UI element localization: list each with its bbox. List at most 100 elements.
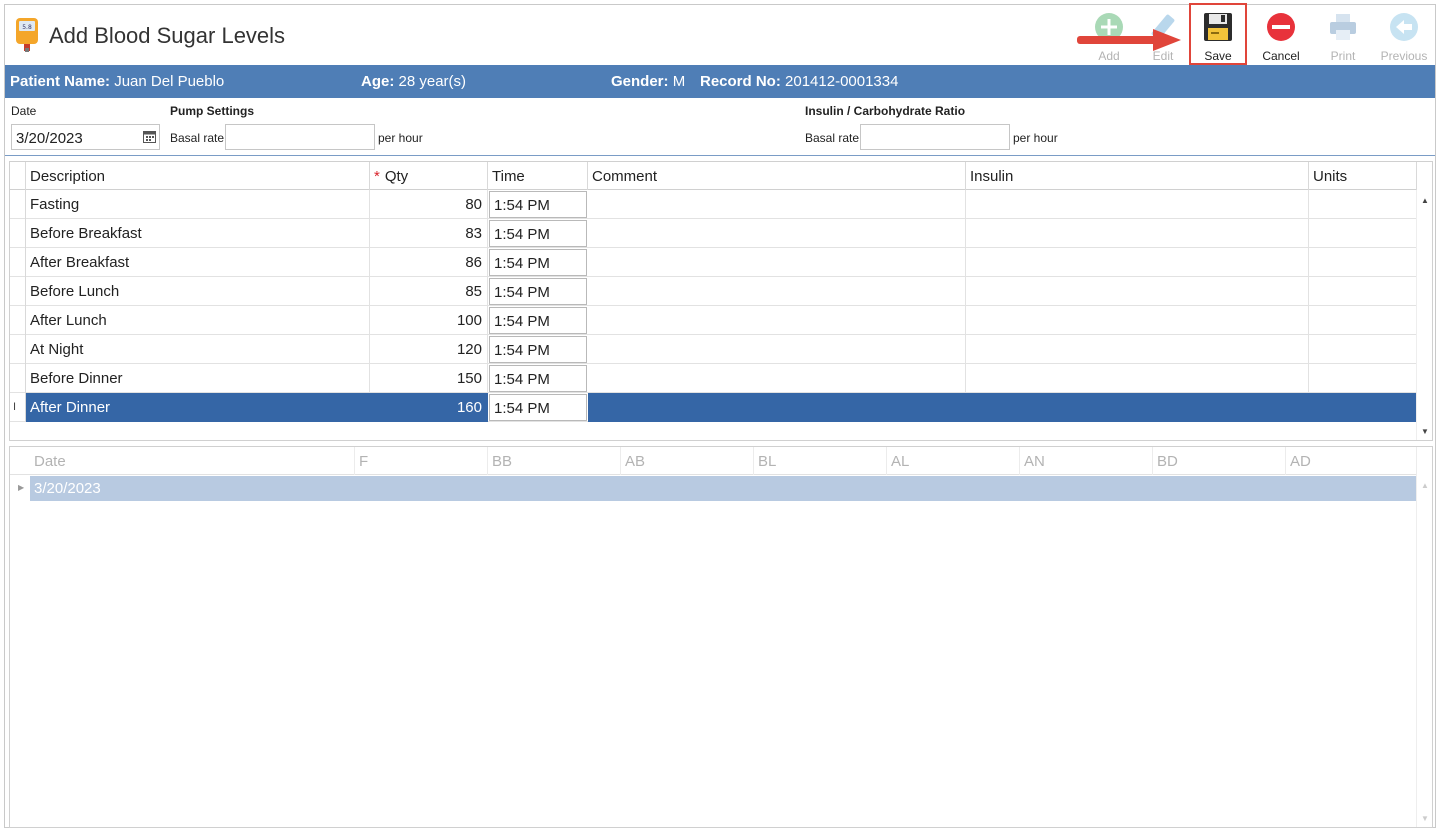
cell-comment[interactable]: [588, 335, 966, 364]
history-column-bd[interactable]: BD: [1153, 447, 1286, 475]
cell-units[interactable]: [1309, 364, 1417, 393]
history-column-al[interactable]: AL: [887, 447, 1020, 475]
calendar-icon[interactable]: [143, 130, 156, 143]
pump-basal-rate-input[interactable]: [225, 124, 375, 150]
history-column-bl[interactable]: BL: [754, 447, 887, 475]
history-column-date[interactable]: Date: [30, 447, 355, 475]
cell-time[interactable]: 1:54 PM: [489, 336, 587, 363]
cell-qty[interactable]: 100: [370, 306, 488, 335]
cell-comment[interactable]: [588, 364, 966, 393]
column-time[interactable]: Time: [488, 162, 588, 190]
scroll-down-icon[interactable]: ▼: [1421, 427, 1429, 436]
history-group-row[interactable]: 3/20/2023: [30, 476, 1420, 501]
cell-qty[interactable]: 83: [370, 219, 488, 248]
scroll-down-icon[interactable]: ▼: [1421, 814, 1429, 823]
cell-insulin[interactable]: [966, 219, 1309, 248]
scroll-up-icon[interactable]: ▲: [1421, 481, 1429, 490]
column-description[interactable]: Description: [26, 162, 370, 190]
table-row[interactable]: Before Breakfast 83 1:54 PM: [10, 219, 1417, 248]
history-column-an[interactable]: AN: [1020, 447, 1153, 475]
column-units[interactable]: Units: [1309, 162, 1417, 190]
cell-qty[interactable]: 120: [370, 335, 488, 364]
cell-units[interactable]: [1309, 248, 1417, 277]
table-row[interactable]: After Breakfast 86 1:54 PM: [10, 248, 1417, 277]
date-picker[interactable]: 3/20/2023: [11, 124, 160, 150]
table-row[interactable]: Before Dinner 150 1:54 PM: [10, 364, 1417, 393]
floppy-disk-icon: [1204, 13, 1232, 41]
column-qty[interactable]: * Qty: [370, 162, 488, 190]
cell-description[interactable]: After Dinner: [26, 393, 370, 422]
row-indicator[interactable]: [10, 248, 26, 277]
row-indicator[interactable]: [10, 219, 26, 248]
save-button[interactable]: Save: [1190, 9, 1246, 65]
cell-qty[interactable]: 80: [370, 190, 488, 219]
row-indicator[interactable]: [10, 190, 26, 219]
cell-description[interactable]: After Breakfast: [26, 248, 370, 277]
cell-units[interactable]: [1309, 219, 1417, 248]
table-row[interactable]: At Night 120 1:54 PM: [10, 335, 1417, 364]
cell-units[interactable]: [1309, 306, 1417, 335]
ratio-label: Insulin / Carbohydrate Ratio: [805, 104, 966, 118]
cell-time[interactable]: 1:54 PM: [489, 191, 587, 218]
cell-description[interactable]: Before Breakfast: [26, 219, 370, 248]
table-row[interactable]: Fasting 80 1:54 PM: [10, 190, 1417, 219]
history-column-f[interactable]: F: [355, 447, 488, 475]
date-value: 3/20/2023: [16, 130, 83, 147]
cell-qty[interactable]: 150: [370, 364, 488, 393]
patient-name: Patient Name: Juan Del Pueblo: [10, 73, 225, 90]
cell-comment[interactable]: [588, 306, 966, 335]
cell-insulin[interactable]: [966, 190, 1309, 219]
cell-units[interactable]: [1309, 277, 1417, 306]
expand-caret-icon[interactable]: ▶: [18, 483, 24, 492]
cell-insulin[interactable]: [966, 306, 1309, 335]
cell-comment[interactable]: [588, 190, 966, 219]
table-row[interactable]: I After Dinner 160 1:54 PM: [10, 393, 1417, 422]
cell-insulin[interactable]: [966, 393, 1309, 422]
cell-units[interactable]: [1309, 393, 1417, 422]
cell-description[interactable]: Before Lunch: [26, 277, 370, 306]
cell-insulin[interactable]: [966, 335, 1309, 364]
cell-qty[interactable]: 86: [370, 248, 488, 277]
row-indicator[interactable]: [10, 364, 26, 393]
cell-time[interactable]: 1:54 PM: [489, 365, 587, 392]
table-row[interactable]: Before Lunch 85 1:54 PM: [10, 277, 1417, 306]
cell-time[interactable]: 1:54 PM: [489, 220, 587, 247]
history-column-ad[interactable]: AD: [1286, 447, 1417, 475]
ratio-basal-rate-input[interactable]: [860, 124, 1010, 150]
cell-time[interactable]: 1:54 PM: [489, 307, 587, 334]
cell-comment[interactable]: [588, 248, 966, 277]
previous-button[interactable]: Previous: [1376, 9, 1432, 65]
history-column-bb[interactable]: BB: [488, 447, 621, 475]
cell-description[interactable]: Before Dinner: [26, 364, 370, 393]
column-insulin[interactable]: Insulin: [966, 162, 1309, 190]
cell-insulin[interactable]: [966, 364, 1309, 393]
cell-insulin[interactable]: [966, 277, 1309, 306]
cell-comment[interactable]: [588, 219, 966, 248]
cell-units[interactable]: [1309, 335, 1417, 364]
cell-time[interactable]: 1:54 PM: [489, 249, 587, 276]
table-row[interactable]: After Lunch 100 1:54 PM: [10, 306, 1417, 335]
cell-description[interactable]: After Lunch: [26, 306, 370, 335]
scroll-up-icon[interactable]: ▲: [1421, 196, 1429, 205]
cell-comment[interactable]: [588, 277, 966, 306]
row-indicator[interactable]: [10, 277, 26, 306]
cell-description[interactable]: At Night: [26, 335, 370, 364]
history-column-ab[interactable]: AB: [621, 447, 754, 475]
row-indicator[interactable]: [10, 335, 26, 364]
print-button[interactable]: Print: [1315, 9, 1371, 65]
row-indicator[interactable]: [10, 306, 26, 335]
column-comment[interactable]: Comment: [588, 162, 966, 190]
cell-description[interactable]: Fasting: [26, 190, 370, 219]
cancel-button[interactable]: Cancel: [1253, 9, 1309, 65]
cell-comment[interactable]: [588, 393, 966, 422]
history-scrollbar[interactable]: ▲ ▼: [1416, 475, 1432, 827]
cell-qty[interactable]: 85: [370, 277, 488, 306]
cell-time[interactable]: 1:54 PM: [489, 278, 587, 305]
row-indicator-header: [10, 162, 26, 190]
readings-scrollbar[interactable]: ▲ ▼: [1416, 190, 1432, 440]
cell-insulin[interactable]: [966, 248, 1309, 277]
cell-qty[interactable]: 160: [370, 393, 488, 422]
cell-units[interactable]: [1309, 190, 1417, 219]
cell-time[interactable]: 1:54 PM: [489, 394, 587, 421]
row-indicator[interactable]: I: [10, 393, 26, 422]
